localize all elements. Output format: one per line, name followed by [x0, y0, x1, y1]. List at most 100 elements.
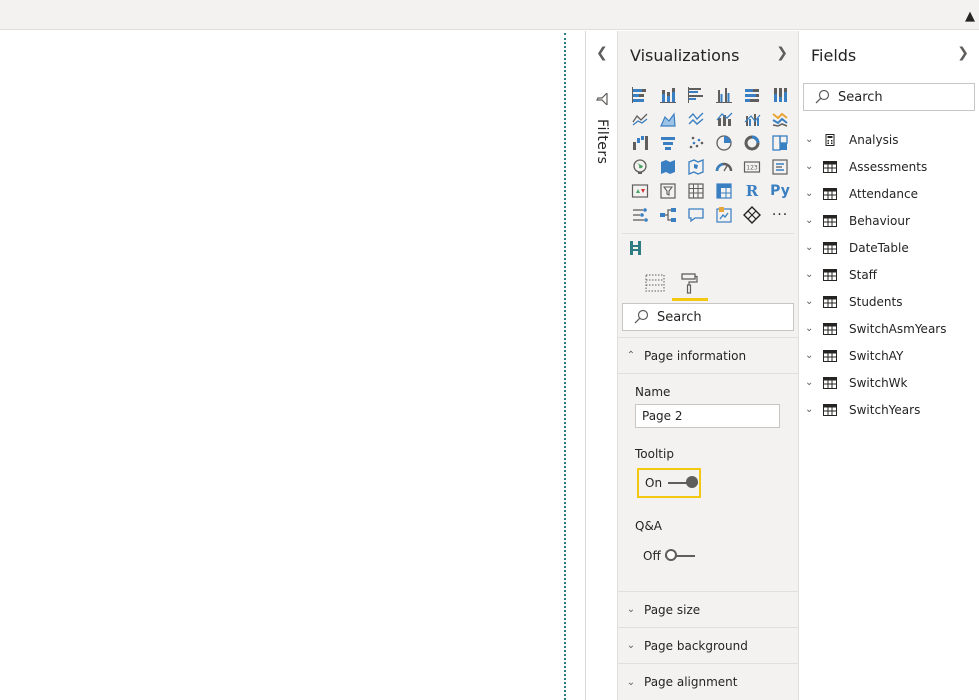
page-alignment-header[interactable]: ⌄ Page alignment: [618, 663, 798, 700]
more-visuals-label: ···: [771, 207, 789, 223]
decomposition-tree-icon[interactable]: [654, 203, 682, 227]
custom-visual-icon[interactable]: [626, 236, 646, 260]
table-icon: [823, 187, 837, 200]
waterfall-chart-icon[interactable]: [626, 131, 654, 155]
multi-row-card-icon[interactable]: [766, 155, 794, 179]
area-chart-icon[interactable]: [654, 107, 682, 131]
qa-toggle[interactable]: Off: [637, 541, 701, 571]
table-row[interactable]: ⌄ SwitchAsmYears: [799, 315, 979, 342]
filters-pane-collapsed[interactable]: ❮ Filters: [585, 31, 618, 700]
funnel-icon[interactable]: [654, 131, 682, 155]
qa-icon[interactable]: [682, 203, 710, 227]
page-name-input[interactable]: Page 2: [635, 404, 780, 428]
visualizations-pane: Visualizations ❯ 123 R Py ··· Search ⌃ P…: [618, 31, 799, 700]
table-name: Behaviour: [849, 213, 910, 228]
table-row[interactable]: ⌄ DateTable: [799, 234, 979, 261]
qa-label: Q&A: [635, 519, 663, 533]
page-size-label: Page size: [644, 602, 701, 617]
filled-map-icon[interactable]: [654, 155, 682, 179]
power-apps-icon[interactable]: [738, 203, 766, 227]
page-information-label: Page information: [644, 348, 747, 363]
table-row[interactable]: ⌄ SwitchWk: [799, 369, 979, 396]
table-row[interactable]: ⌄ Analysis: [799, 126, 979, 153]
tooltip-toggle-track: [668, 476, 699, 488]
chevron-down-icon: ⌄: [626, 640, 636, 651]
more-visuals-icon[interactable]: ···: [766, 203, 794, 227]
chevron-down-icon[interactable]: ⌄: [799, 188, 821, 199]
matrix-icon[interactable]: [710, 179, 738, 203]
table-icon: [823, 214, 837, 227]
donut-chart-icon[interactable]: [738, 131, 766, 155]
map-icon[interactable]: [626, 155, 654, 179]
fields-tab[interactable]: [636, 267, 674, 299]
table-icon: [823, 403, 837, 416]
line-chart-icon[interactable]: [626, 107, 654, 131]
100-stacked-bar-chart-icon[interactable]: [738, 83, 766, 107]
card-icon[interactable]: 123: [738, 155, 766, 179]
chevron-right-icon[interactable]: ❯: [957, 45, 969, 61]
collapse-ribbon-icon[interactable]: ▲: [965, 9, 975, 24]
table-row[interactable]: ⌄ Attendance: [799, 180, 979, 207]
100-stacked-column-chart-icon[interactable]: [766, 83, 794, 107]
gauge-icon[interactable]: [710, 155, 738, 179]
table-row[interactable]: ⌄ SwitchAY: [799, 342, 979, 369]
table-row[interactable]: ⌄ Students: [799, 288, 979, 315]
ribbon-chart-icon[interactable]: [766, 107, 794, 131]
chevron-down-icon[interactable]: ⌄: [799, 350, 821, 361]
shape-map-icon[interactable]: [682, 155, 710, 179]
paginated-report-icon[interactable]: [710, 203, 738, 227]
clustered-column-chart-icon[interactable]: [710, 83, 738, 107]
fields-search-input[interactable]: Search: [803, 83, 975, 111]
format-search-placeholder: Search: [657, 309, 702, 325]
table-row[interactable]: ⌄ Behaviour: [799, 207, 979, 234]
line-and-clustered-column-chart-icon[interactable]: [738, 107, 766, 131]
line-and-column-chart-icon[interactable]: [710, 107, 738, 131]
key-influencers-icon[interactable]: [626, 203, 654, 227]
scatter-chart-icon[interactable]: [682, 131, 710, 155]
chevron-down-icon[interactable]: ⌄: [799, 323, 821, 334]
page-size-header[interactable]: ⌄ Page size: [618, 591, 798, 627]
visualizations-title: Visualizations: [630, 46, 740, 65]
chevron-left-icon[interactable]: ❮: [596, 45, 608, 61]
format-search-input[interactable]: Search: [622, 303, 794, 331]
table-icon[interactable]: [682, 179, 710, 203]
chevron-down-icon[interactable]: ⌄: [799, 404, 821, 415]
chevron-down-icon[interactable]: ⌄: [799, 377, 821, 388]
chevron-right-icon[interactable]: ❯: [776, 45, 788, 61]
format-tab[interactable]: [670, 267, 708, 301]
canvas-page-boundary: [564, 33, 566, 700]
chevron-down-icon[interactable]: ⌄: [799, 134, 821, 145]
table-name: Attendance: [849, 186, 918, 201]
slicer-icon[interactable]: [654, 179, 682, 203]
table-row[interactable]: ⌄ SwitchYears: [799, 396, 979, 423]
stacked-bar-chart-icon[interactable]: [626, 83, 654, 107]
chevron-down-icon[interactable]: ⌄: [799, 161, 821, 172]
stacked-area-chart-icon[interactable]: [682, 107, 710, 131]
chevron-down-icon[interactable]: ⌄: [799, 269, 821, 280]
r-visual-icon[interactable]: R: [738, 179, 766, 203]
table-name: SwitchWk: [849, 375, 908, 390]
page-background-label: Page background: [644, 638, 748, 653]
treemap-icon[interactable]: [766, 131, 794, 155]
page-background-header[interactable]: ⌄ Page background: [618, 627, 798, 663]
chevron-down-icon: ⌄: [626, 676, 636, 688]
chevron-down-icon[interactable]: ⌄: [799, 242, 821, 253]
kpi-icon[interactable]: [626, 179, 654, 203]
tooltip-toggle[interactable]: On: [637, 468, 701, 498]
chevron-down-icon[interactable]: ⌄: [799, 215, 821, 226]
page-information-header[interactable]: ⌃ Page information: [618, 337, 798, 373]
clustered-bar-chart-icon[interactable]: [682, 83, 710, 107]
fields-title: Fields: [811, 46, 857, 65]
table-row[interactable]: ⌄ Staff: [799, 261, 979, 288]
table-icon: [823, 322, 837, 335]
r-visual-label: R: [745, 182, 759, 200]
python-visual-icon[interactable]: Py: [766, 179, 794, 203]
pie-chart-icon[interactable]: [710, 131, 738, 155]
filters-label[interactable]: Filters: [594, 119, 610, 164]
table-row[interactable]: ⌄ Assessments: [799, 153, 979, 180]
chevron-down-icon[interactable]: ⌄: [799, 296, 821, 307]
fields-well-icon: [645, 274, 665, 292]
report-canvas[interactable]: [0, 31, 564, 700]
ribbon-collapsed-bar: ▲: [0, 0, 979, 30]
stacked-column-chart-icon[interactable]: [654, 83, 682, 107]
